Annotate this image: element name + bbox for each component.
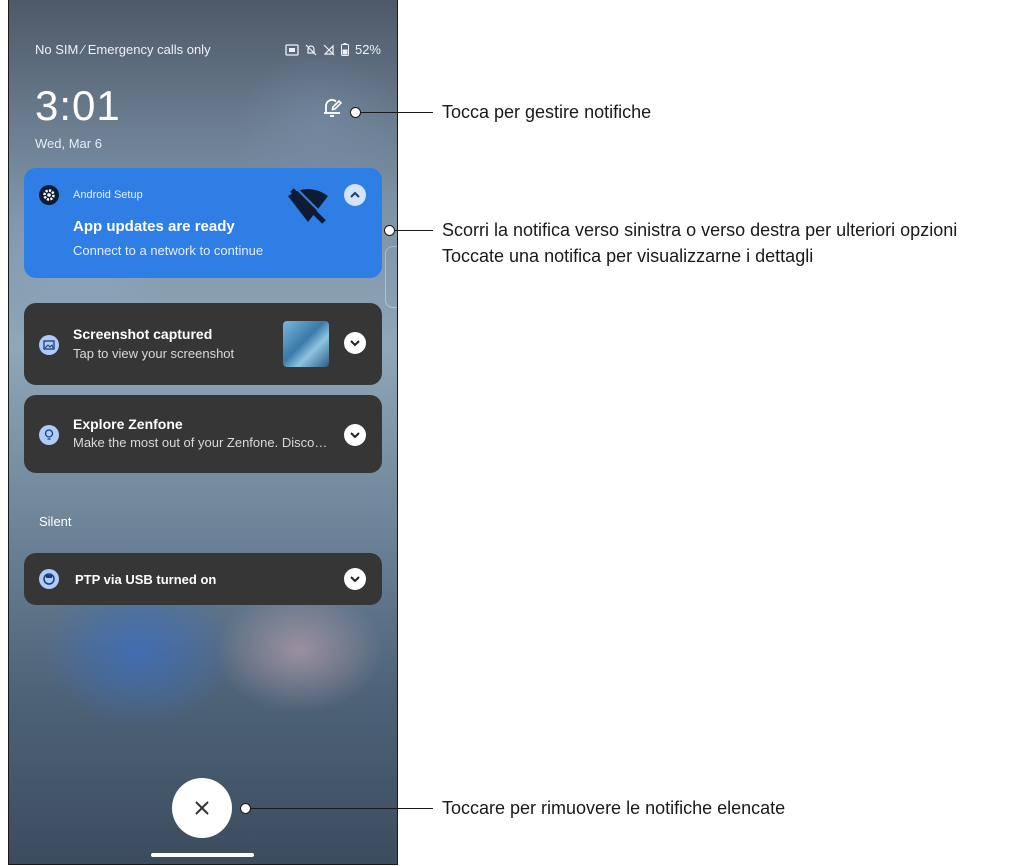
- callout-swipe-options: Scorri la notifica verso sinistra o vers…: [442, 220, 958, 240]
- status-icons: 52%: [285, 42, 381, 57]
- notification-text: Make the most out of your Zenfone. Disco…: [73, 435, 328, 450]
- notification-title: PTP via USB turned on: [75, 572, 217, 587]
- home-indicator[interactable]: [151, 853, 254, 857]
- usb-icon: [39, 569, 59, 589]
- silent-section-label: Silent: [39, 514, 72, 529]
- battery-icon: [340, 43, 349, 56]
- callout-line: [394, 230, 433, 231]
- notification-title: App updates are ready: [73, 218, 235, 235]
- callout-tap-details: Toccate una notifica per visualizzarne i…: [442, 246, 814, 266]
- sim-icon: [285, 43, 299, 56]
- callout-clear-notifications: Toccare per rimuovere le notifiche elenc…: [442, 798, 786, 818]
- clear-all-button[interactable]: [172, 778, 232, 838]
- screenshot-thumbnail[interactable]: [283, 321, 329, 367]
- mute-icon: [305, 44, 317, 55]
- battery-percent: 52%: [354, 42, 381, 57]
- no-signal-icon: [323, 44, 335, 55]
- callout-manage-notifications: Tocca per gestire notifiche: [442, 102, 652, 122]
- notification-android-setup[interactable]: Android Setup App updates are ready Conn…: [24, 168, 382, 278]
- notification-title: Explore Zenfone: [73, 416, 183, 432]
- notification-settings-icon[interactable]: [321, 96, 343, 118]
- carrier-text: No SIM ⁄ Emergency calls only: [35, 42, 211, 57]
- clock: 3:01: [35, 82, 121, 129]
- status-bar: No SIM ⁄ Emergency calls only 52%: [35, 42, 381, 57]
- image-icon: [39, 335, 59, 355]
- expand-button[interactable]: [344, 332, 366, 354]
- expand-button[interactable]: [344, 568, 366, 590]
- notification-screenshot[interactable]: Screenshot captured Tap to view your scr…: [24, 303, 382, 385]
- drag-handle[interactable]: [385, 246, 397, 308]
- notification-ptp-usb[interactable]: PTP via USB turned on: [24, 553, 382, 605]
- callout-line: [360, 112, 433, 113]
- notification-title: Screenshot captured: [73, 326, 213, 342]
- close-icon: [195, 801, 209, 815]
- gear-icon: [39, 185, 59, 205]
- notification-app-name: Android Setup: [73, 189, 143, 201]
- callout-line: [250, 808, 433, 809]
- date: Wed, Mar 6: [35, 136, 102, 151]
- notification-explore-zenfone[interactable]: Explore Zenfone Make the most out of you…: [24, 395, 382, 473]
- expand-button[interactable]: [344, 424, 366, 446]
- notification-text: Connect to a network to continue: [73, 243, 264, 258]
- phone-screen: No SIM ⁄ Emergency calls only 52% 3:01 W…: [8, 0, 398, 865]
- collapse-button[interactable]: [344, 184, 366, 206]
- lightbulb-icon: [39, 425, 59, 445]
- notification-text: Tap to view your screenshot: [73, 346, 235, 361]
- wifi-off-icon: [288, 186, 328, 224]
